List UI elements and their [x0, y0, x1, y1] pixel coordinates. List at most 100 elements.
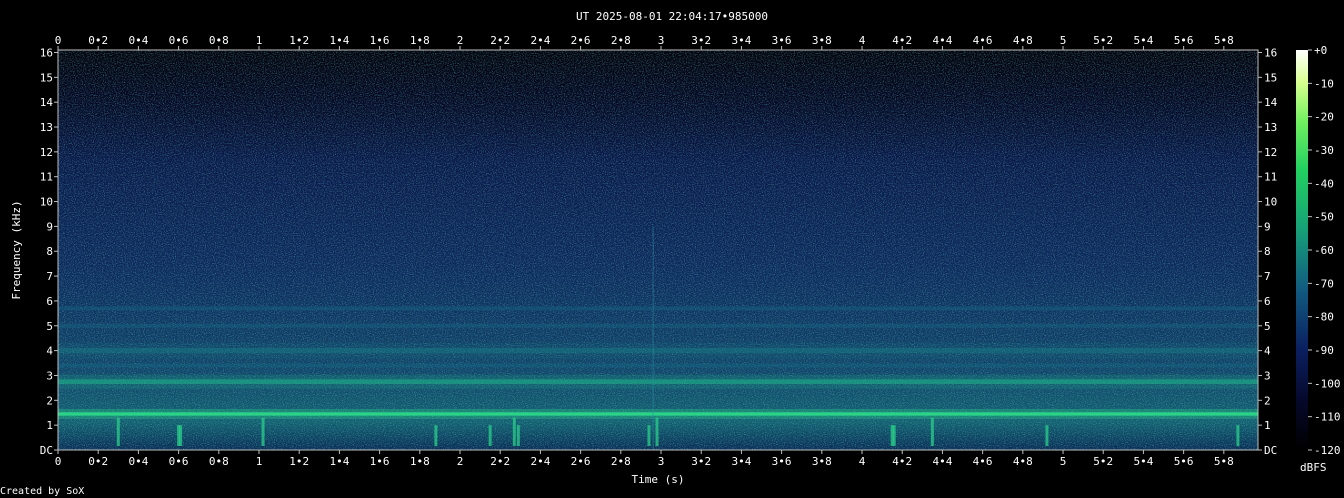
y-tick-label-right: 10 [1264, 196, 1277, 209]
x-tick-label-bottom: 3•4 [731, 455, 751, 468]
x-tick-label-bottom: 4•6 [973, 455, 993, 468]
transient-streak [512, 417, 516, 446]
x-tick-label-bottom: 1•6 [370, 455, 390, 468]
transient-streak [1236, 425, 1240, 446]
y-tick-label-right: 13 [1264, 121, 1277, 134]
x-tick-label-bottom: 0•2 [88, 455, 108, 468]
colorbar-tick-label: -50 [1314, 211, 1334, 224]
y-axis-label: Frequency (kHz) [10, 200, 23, 299]
transient-streak [261, 417, 265, 446]
y-tick-label-left: 6 [46, 295, 53, 308]
y-tick-label-right: 7 [1264, 270, 1271, 283]
x-tick-label-top: 5•4 [1133, 34, 1153, 47]
y-tick-label-right: 1 [1264, 419, 1271, 432]
y-tick-label-left: 1 [46, 419, 53, 432]
y-tick-label-left: 9 [46, 220, 53, 233]
colorbar-tick-label: -30 [1314, 144, 1334, 157]
spectral-band-faint [58, 363, 1258, 368]
x-tick-label-top: 0•4 [128, 34, 148, 47]
y-tick-label-left: 12 [40, 146, 53, 159]
colorbar-tick-label: -70 [1314, 277, 1334, 290]
x-tick-label-top: 4•4 [932, 34, 952, 47]
transient-streak [179, 425, 183, 446]
colorbar-tick-label: -100 [1314, 377, 1341, 390]
x-tick-label-bottom: 2 [457, 455, 464, 468]
x-tick-label-top: 3•8 [812, 34, 832, 47]
x-tick-label-bottom: 4 [859, 455, 866, 468]
plot-area [57, 49, 1259, 451]
y-tick-label-left: 8 [46, 245, 53, 258]
x-tick-label-bottom: 0•6 [169, 455, 189, 468]
y-tick-label-right: 5 [1264, 320, 1271, 333]
colorbar-tick-label: -10 [1314, 77, 1334, 90]
y-tick-label-left: 4 [46, 345, 53, 358]
y-tick-label-right: 11 [1264, 171, 1277, 184]
credit-text: Created by SoX [0, 486, 84, 497]
x-tick-label-bottom: 2•4 [530, 455, 550, 468]
transient-streak [647, 425, 651, 446]
x-tick-label-top: 2•2 [490, 34, 510, 47]
y-tick-label-left: 16 [40, 46, 53, 59]
x-axis-label: Time (s) [632, 473, 685, 486]
transient-streak [1045, 425, 1049, 446]
y-tick-label-left: 10 [40, 196, 53, 209]
x-tick-label-top: 4•6 [973, 34, 993, 47]
y-tick-label-left: 11 [40, 171, 53, 184]
x-tick-label-bottom: 5•6 [1174, 455, 1194, 468]
x-tick-label-bottom: 5•8 [1214, 455, 1234, 468]
y-tick-label-right: 15 [1264, 71, 1277, 84]
x-tick-label-top: 2 [457, 34, 464, 47]
y-tick-label-right: 8 [1264, 245, 1271, 258]
x-tick-label-top: 1•2 [289, 34, 309, 47]
colorbar-tick-label: -40 [1314, 177, 1334, 190]
x-tick-label-bottom: 3•6 [772, 455, 792, 468]
x-tick-label-bottom: 3•2 [691, 455, 711, 468]
x-tick-label-bottom: 3•8 [812, 455, 832, 468]
x-tick-label-top: 5•8 [1214, 34, 1234, 47]
y-tick-label-left: 13 [40, 121, 53, 134]
spectral-band [58, 379, 1258, 385]
x-tick-label-top: 3•2 [691, 34, 711, 47]
y-tick-label-left: 5 [46, 320, 53, 333]
spectral-band [58, 412, 1258, 416]
y-tick-label-right: 4 [1264, 345, 1271, 358]
x-tick-label-bottom: 4•4 [932, 455, 952, 468]
x-tick-label-bottom: 0•8 [209, 455, 229, 468]
colorbar-ticks: +0 -10 -20 -30 -40 -50 -60 -70 -80 -90 -100 -110 -12… [1308, 44, 1341, 457]
y-tick-label-left: 14 [40, 96, 54, 109]
spectral-band [58, 347, 1258, 354]
x-tick-label-top: 0•6 [169, 34, 189, 47]
transient-streak [930, 417, 934, 446]
x-tick-label-bottom: 3 [658, 455, 665, 468]
y-ticks-left: DC12345678910111213141516 [40, 46, 58, 457]
colorbar [1296, 50, 1308, 450]
x-tick-label-top: 0•8 [209, 34, 229, 47]
x-tick-label-top: 1•8 [410, 34, 430, 47]
x-tick-label-top: 5•2 [1093, 34, 1113, 47]
x-ticks-top: 0 0•2 0•4 0•6 0•8 1 1•2 1•4 1•6 1•8 2 2•2 2•4 2•6 2•8 3… [55, 34, 1234, 50]
x-tick-label-top: 2•8 [611, 34, 631, 47]
x-tick-label-bottom: 1•4 [329, 455, 349, 468]
transient-streak [488, 425, 492, 446]
y-tick-label-right: 6 [1264, 295, 1271, 308]
x-tick-label-top: 3 [658, 34, 665, 47]
y-tick-label-left: 2 [46, 394, 53, 407]
colorbar-tick-label: -20 [1314, 111, 1334, 124]
colorbar-tick-label: +0 [1314, 44, 1327, 57]
x-tick-label-bottom: 1•2 [289, 455, 309, 468]
x-tick-label-bottom: 1 [256, 455, 263, 468]
transient-streak [434, 425, 438, 446]
x-tick-label-bottom: 0 [55, 455, 62, 468]
x-ticks-bottom: 0 0•2 0•4 0•6 0•8 1 1•2 1•4 1•6 1•8 2 2•2 2•4 2•6 2•8 3… [55, 450, 1234, 468]
x-tick-label-top: 5 [1060, 34, 1067, 47]
transient-streak [892, 425, 896, 446]
colorbar-tick-label: -80 [1314, 311, 1334, 324]
colorbar-tick-label: -60 [1314, 244, 1334, 257]
transient-streak [116, 417, 120, 446]
spectral-band-faint [58, 306, 1258, 311]
x-tick-label-top: 4 [859, 34, 866, 47]
spectrogram-chart: UT 2025-08-01 22:04:17•985000 0 0•2 0•4 0•6… [0, 10, 1341, 497]
y-ticks-right: DC12345678910111213141516 [1258, 46, 1278, 457]
x-tick-label-top: 0•2 [88, 34, 108, 47]
x-tick-label-top: 4•8 [1013, 34, 1033, 47]
